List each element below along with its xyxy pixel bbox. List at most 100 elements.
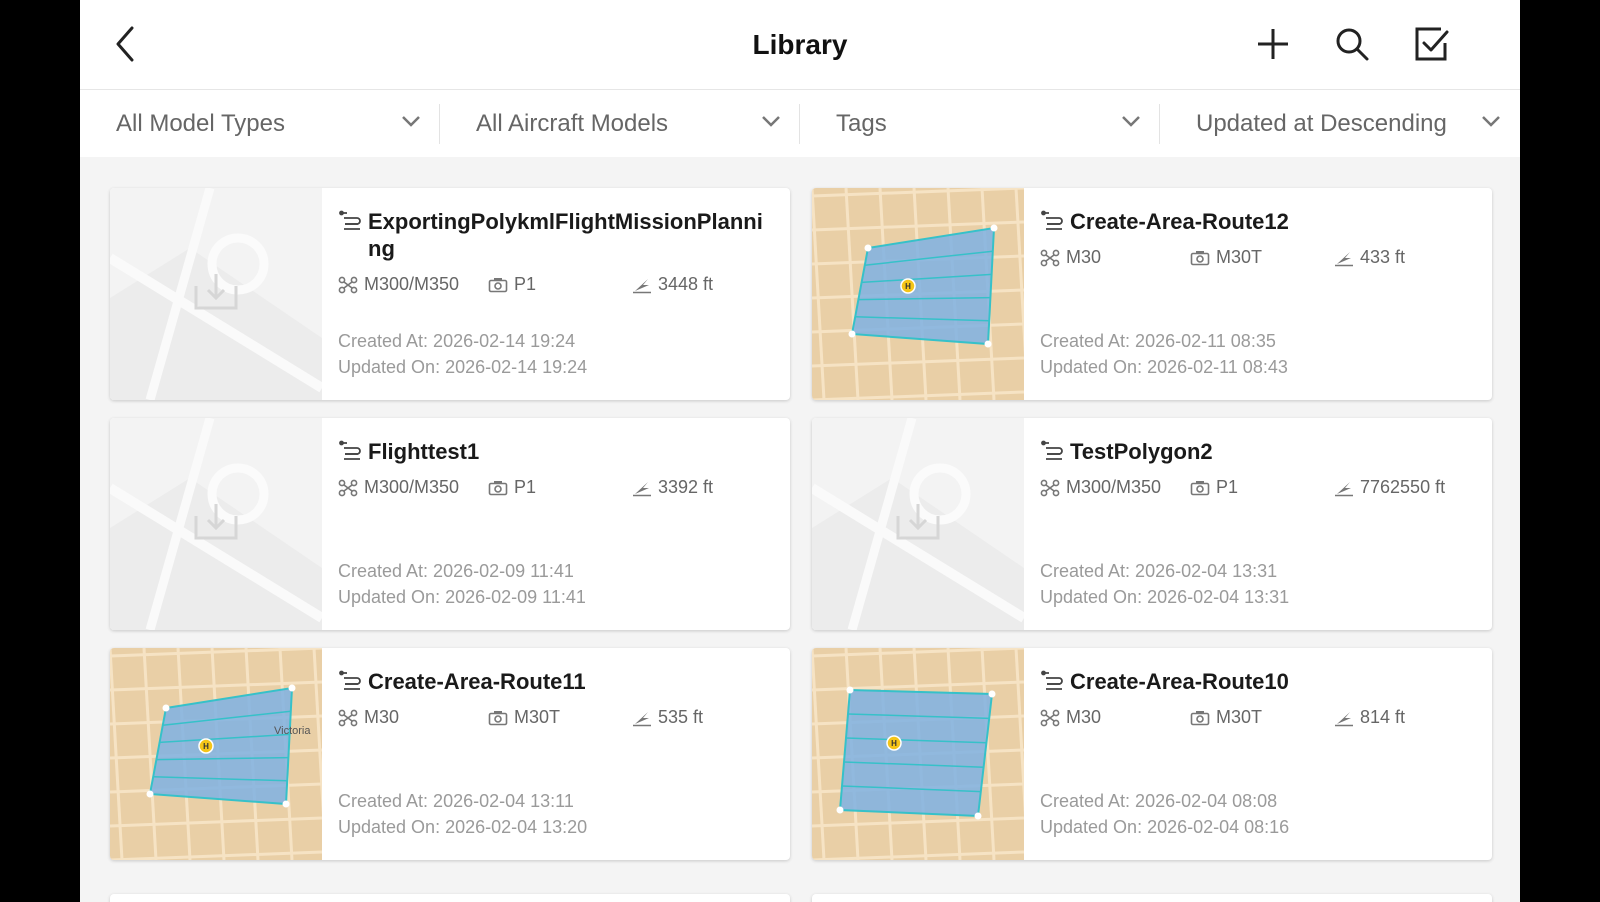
- route-name: Create-Area-Route12: [1070, 209, 1289, 234]
- route-height: 7762550 ft: [1360, 477, 1446, 497]
- filter-bar: All Model Types All Aircraft Models Tags…: [80, 90, 1520, 157]
- route-specs: M30 M30T 433 ft: [1040, 247, 1476, 273]
- route-height: 3392 ft: [658, 477, 714, 497]
- chevron-down-icon: [402, 116, 420, 127]
- altitude-icon: [1335, 251, 1353, 266]
- plus-icon: [1258, 29, 1288, 59]
- route-thumbnail: [812, 418, 1024, 630]
- select-button[interactable]: [1411, 24, 1451, 64]
- sort-order-filter[interactable]: Updated at Descending: [1160, 90, 1520, 157]
- page-title: Library: [752, 29, 848, 60]
- route-icon: [339, 210, 361, 230]
- route-info: ExportingPolykmlFlightMissionPlanning M3…: [338, 208, 774, 300]
- filter-label: All Model Types: [116, 110, 285, 137]
- placeholder-map-thumbnail: [110, 418, 322, 630]
- aircraft-icon: [1040, 479, 1060, 496]
- svg-text:H: H: [905, 282, 911, 291]
- aircraft-model-filter[interactable]: All Aircraft Models: [440, 90, 800, 157]
- aircraft-icon: [338, 479, 358, 496]
- route-dates: Created At: 2026-02-11 08:35 Updated On:…: [1040, 328, 1288, 380]
- camera-model: M30T: [1216, 707, 1263, 727]
- route-card[interactable]: H Create-Area-Route12 M30 M30T 433 ft Cr…: [812, 188, 1492, 400]
- route-specs: M300/M350 P1 7762550 ft: [1040, 477, 1476, 503]
- svg-text:H: H: [203, 742, 209, 751]
- route-height: 814 ft: [1360, 707, 1406, 727]
- aircraft-spec: M30: [1040, 707, 1101, 728]
- home-point-marker: H: [886, 735, 902, 751]
- library-screen: Library All Model Types All Aircraft Mod…: [80, 0, 1520, 902]
- route-title-row: Flighttest1: [338, 438, 774, 465]
- altitude-icon: [1335, 481, 1353, 496]
- route-icon: [1041, 440, 1063, 460]
- route-map-thumbnail: H: [812, 648, 1024, 860]
- search-button[interactable]: [1332, 24, 1372, 64]
- altitude-icon: [633, 711, 651, 726]
- route-card-partial[interactable]: [812, 894, 1492, 902]
- svg-text:H: H: [891, 739, 897, 748]
- route-icon: [1041, 670, 1063, 690]
- route-icon: [1041, 210, 1063, 230]
- tags-filter[interactable]: Tags: [800, 90, 1160, 157]
- route-name: Flighttest1: [368, 439, 480, 464]
- checkbox-icon: [1415, 27, 1449, 61]
- created-at: Created At: 2026-02-09 11:41: [338, 561, 574, 581]
- route-dates: Created At: 2026-02-09 11:41 Updated On:…: [338, 558, 586, 610]
- camera-spec: M30T: [488, 707, 560, 728]
- camera-model: P1: [514, 274, 537, 294]
- route-info: Create-Area-Route10 M30 M30T 814 ft: [1040, 668, 1476, 733]
- route-map-thumbnail: H Victoria: [110, 648, 322, 860]
- chevron-down-icon: [762, 116, 780, 127]
- model-type-filter[interactable]: All Model Types: [80, 90, 440, 157]
- camera-icon: [1190, 710, 1210, 725]
- created-at: Created At: 2026-02-11 08:35: [1040, 331, 1276, 351]
- updated-on: Updated On: 2026-02-04 13:31: [1040, 587, 1290, 607]
- placeholder-map-thumbnail: [110, 188, 322, 400]
- route-height: 433 ft: [1360, 247, 1406, 267]
- aircraft-spec: M300/M350: [338, 477, 459, 498]
- camera-spec: M30T: [1190, 247, 1262, 268]
- route-title-row: Create-Area-Route12: [1040, 208, 1476, 235]
- route-name: Create-Area-Route11: [368, 669, 586, 694]
- route-info: TestPolygon2 M300/M350 P1 7762550 ft: [1040, 438, 1476, 503]
- map-place-label: Victoria: [274, 725, 311, 737]
- route-card-partial[interactable]: [110, 894, 790, 902]
- filter-label: Updated at Descending: [1196, 110, 1447, 137]
- updated-on: Updated On: 2026-02-04 13:20: [338, 817, 588, 837]
- add-button[interactable]: [1253, 24, 1293, 64]
- chevron-down-icon: [1122, 116, 1140, 127]
- updated-on: Updated On: 2026-02-04 08:16: [1040, 817, 1290, 837]
- route-specs: M30 M30T 814 ft: [1040, 707, 1476, 733]
- camera-model: P1: [1216, 477, 1239, 497]
- route-card[interactable]: H Create-Area-Route10 M30 M30T 814 ft Cr…: [812, 648, 1492, 860]
- aircraft-icon: [1040, 709, 1060, 726]
- route-card[interactable]: ExportingPolykmlFlightMissionPlanning M3…: [110, 188, 790, 400]
- aircraft-spec: M300/M350: [338, 274, 459, 295]
- aircraft-spec: M30: [1040, 247, 1101, 268]
- filter-label: All Aircraft Models: [476, 110, 669, 137]
- route-info: Create-Area-Route12 M30 M30T 433 ft: [1040, 208, 1476, 273]
- camera-icon: [1190, 480, 1210, 495]
- route-specs: M300/M350 P1 3392 ft: [338, 477, 774, 503]
- route-thumbnail: H: [812, 648, 1024, 860]
- camera-spec: P1: [488, 477, 536, 498]
- route-icon: [339, 670, 361, 690]
- route-title-row: Create-Area-Route11: [338, 668, 774, 695]
- altitude-icon: [633, 481, 651, 496]
- aircraft-model: M300/M350: [1066, 477, 1162, 497]
- route-thumbnail: [110, 418, 322, 630]
- altitude-spec: 535 ft: [632, 707, 703, 728]
- search-icon: [1336, 28, 1369, 61]
- route-icon: [339, 440, 361, 460]
- route-card[interactable]: Flighttest1 M300/M350 P1 3392 ft Created…: [110, 418, 790, 630]
- altitude-spec: 433 ft: [1334, 247, 1405, 268]
- route-card[interactable]: H Victoria Create-Area-Route11 M30 M30T …: [110, 648, 790, 860]
- camera-spec: P1: [1190, 477, 1238, 498]
- route-height: 535 ft: [658, 707, 704, 727]
- camera-model: M30T: [1216, 247, 1263, 267]
- route-info: Create-Area-Route11 M30 M30T 535 ft: [338, 668, 774, 733]
- route-card[interactable]: TestPolygon2 M300/M350 P1 7762550 ft Cre…: [812, 418, 1492, 630]
- aircraft-model: M30: [1066, 707, 1102, 727]
- updated-on: Updated On: 2026-02-09 11:41: [338, 587, 586, 607]
- aircraft-icon: [338, 709, 358, 726]
- route-name: ExportingPolykmlFlightMissionPlanning: [368, 209, 763, 261]
